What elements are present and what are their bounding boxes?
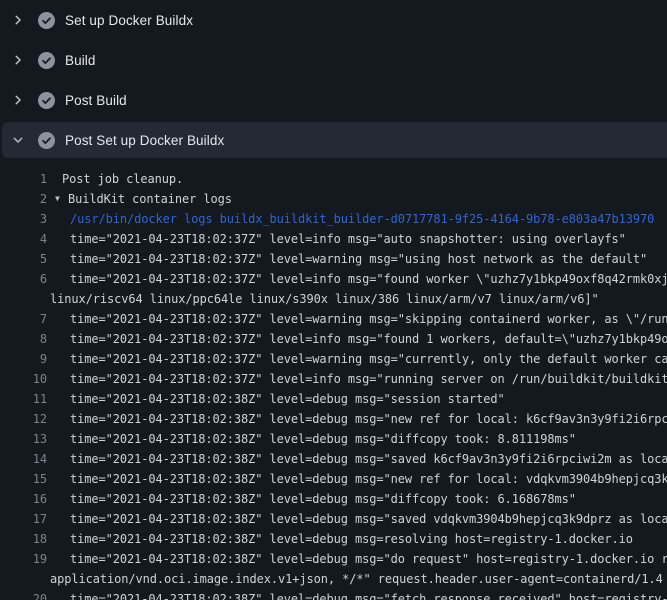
log-text: linux/riscv64 linux/ppc64le linux/s390x … [50, 289, 599, 309]
log-row: 18 time="2021-04-23T18:02:38Z" level=debu… [0, 529, 667, 549]
log-text: time="2021-04-23T18:02:38Z" level=debug … [70, 529, 633, 549]
log-row: 11 time="2021-04-23T18:02:38Z" level=debu… [0, 389, 667, 409]
log-line-number[interactable]: 4 [0, 229, 48, 249]
log-line-number[interactable]: 15 [0, 469, 48, 489]
log-row: 8 time="2021-04-23T18:02:37Z" level=info … [0, 329, 667, 349]
log-row: 7 time="2021-04-23T18:02:37Z" level=warni… [0, 309, 667, 329]
step-label: Build [65, 53, 96, 68]
check-circle-icon [38, 52, 55, 69]
log-line-number[interactable]: 9 [0, 349, 48, 369]
log-row: linux/riscv64 linux/ppc64le linux/s390x … [0, 289, 667, 309]
step-label: Set up Docker Buildx [65, 13, 193, 28]
log-row: 16 time="2021-04-23T18:02:38Z" level=debu… [0, 489, 667, 509]
log-text: time="2021-04-23T18:02:38Z" level=debug … [70, 489, 576, 509]
check-circle-icon [38, 12, 55, 29]
log-row: 1 Post job cleanup. [0, 169, 667, 189]
log-line-number[interactable]: 13 [0, 429, 48, 449]
log-text: time="2021-04-23T18:02:38Z" level=debug … [70, 469, 667, 489]
log-text: time="2021-04-23T18:02:38Z" level=debug … [70, 589, 667, 600]
log-line-number[interactable]: 16 [0, 489, 48, 509]
log-row: 20 time="2021-04-23T18:02:38Z" level=debu… [0, 589, 667, 600]
log-row: 15 time="2021-04-23T18:02:38Z" level=debu… [0, 469, 667, 489]
log-row: 4 time="2021-04-23T18:02:37Z" level=info … [0, 229, 667, 249]
log-text: time="2021-04-23T18:02:38Z" level=debug … [70, 429, 576, 449]
log-command-text: /usr/bin/docker logs buildx_buildkit_bui… [70, 209, 654, 229]
log-text: time="2021-04-23T18:02:37Z" level=warnin… [70, 249, 647, 269]
log-text: time="2021-04-23T18:02:38Z" level=debug … [70, 449, 667, 469]
log-line-number[interactable]: 2 [0, 189, 48, 209]
log-line-number[interactable]: 20 [0, 589, 48, 600]
steps-list: Set up Docker Buildx Build Post Build Post … [0, 0, 667, 160]
log-line-number [0, 289, 48, 309]
chevron-right-icon [10, 52, 26, 68]
log-line-number[interactable]: 5 [0, 249, 48, 269]
log-row: 6 time="2021-04-23T18:02:37Z" level=info … [0, 269, 667, 289]
log-area: 1 Post job cleanup. 2 ▼BuildKit container l… [0, 160, 667, 600]
check-circle-icon [38, 92, 55, 109]
log-line-number[interactable]: 18 [0, 529, 48, 549]
log-text: time="2021-04-23T18:02:38Z" level=debug … [70, 509, 667, 529]
log-line-number[interactable]: 8 [0, 329, 48, 349]
log-line-number[interactable]: 6 [0, 269, 48, 289]
log-text: time="2021-04-23T18:02:38Z" level=debug … [70, 409, 667, 429]
step-header-post-set-up-docker-buildx[interactable]: Post Set up Docker Buildx [0, 120, 667, 160]
log-text: time="2021-04-23T18:02:37Z" level=info m… [70, 369, 667, 389]
log-text: time="2021-04-23T18:02:37Z" level=warnin… [70, 309, 667, 329]
log-line-number[interactable]: 11 [0, 389, 48, 409]
step-label: Post Build [65, 93, 127, 108]
log-text: time="2021-04-23T18:02:37Z" level=warnin… [70, 349, 667, 369]
log-text: time="2021-04-23T18:02:38Z" level=debug … [70, 549, 667, 569]
log-line-number[interactable]: 1 [0, 169, 48, 189]
log-row: 10 time="2021-04-23T18:02:37Z" level=info… [0, 369, 667, 389]
log-line-number[interactable]: 10 [0, 369, 48, 389]
log-line-number[interactable]: 3 [0, 209, 48, 229]
chevron-right-icon [10, 12, 26, 28]
log-text: time="2021-04-23T18:02:38Z" level=debug … [70, 389, 505, 409]
log-text: time="2021-04-23T18:02:37Z" level=info m… [70, 329, 667, 349]
check-circle-icon [38, 132, 55, 149]
log-row: 5 time="2021-04-23T18:02:37Z" level=warni… [0, 249, 667, 269]
log-row: 12 time="2021-04-23T18:02:38Z" level=debu… [0, 409, 667, 429]
log-text: Post job cleanup. [62, 169, 183, 189]
workflow-log-viewer: Set up Docker Buildx Build Post Build Post … [0, 0, 667, 600]
log-row: 17 time="2021-04-23T18:02:38Z" level=debu… [0, 509, 667, 529]
log-row: 3/usr/bin/docker logs buildx_buildkit_bu… [0, 209, 667, 229]
log-line-number[interactable]: 17 [0, 509, 48, 529]
step-header-set-up-docker-buildx[interactable]: Set up Docker Buildx [0, 0, 667, 40]
log-line-number [0, 569, 48, 589]
log-row: 2 ▼BuildKit container logs [0, 189, 667, 209]
log-row: 13 time="2021-04-23T18:02:38Z" level=debu… [0, 429, 667, 449]
log-line-number[interactable]: 14 [0, 449, 48, 469]
log-row: application/vnd.oci.image.index.v1+json,… [0, 569, 667, 589]
log-line-number[interactable]: 12 [0, 409, 48, 429]
chevron-right-icon [10, 92, 26, 108]
log-row: 14 time="2021-04-23T18:02:38Z" level=debu… [0, 449, 667, 469]
log-text: BuildKit container logs [68, 189, 232, 209]
log-line-number[interactable]: 7 [0, 309, 48, 329]
step-header-build[interactable]: Build [0, 40, 667, 80]
log-row: 19 time="2021-04-23T18:02:38Z" level=debu… [0, 549, 667, 569]
step-header-post-build[interactable]: Post Build [0, 80, 667, 120]
log-text: time="2021-04-23T18:02:37Z" level=info m… [70, 229, 626, 249]
collapse-triangle-icon[interactable]: ▼ [55, 189, 64, 209]
log-text: time="2021-04-23T18:02:37Z" level=info m… [70, 269, 667, 289]
log-row: 9 time="2021-04-23T18:02:37Z" level=warni… [0, 349, 667, 369]
log-line-number[interactable]: 19 [0, 549, 48, 569]
chevron-down-icon [10, 132, 26, 148]
step-label: Post Set up Docker Buildx [65, 133, 224, 148]
log-text: application/vnd.oci.image.index.v1+json,… [50, 569, 663, 589]
